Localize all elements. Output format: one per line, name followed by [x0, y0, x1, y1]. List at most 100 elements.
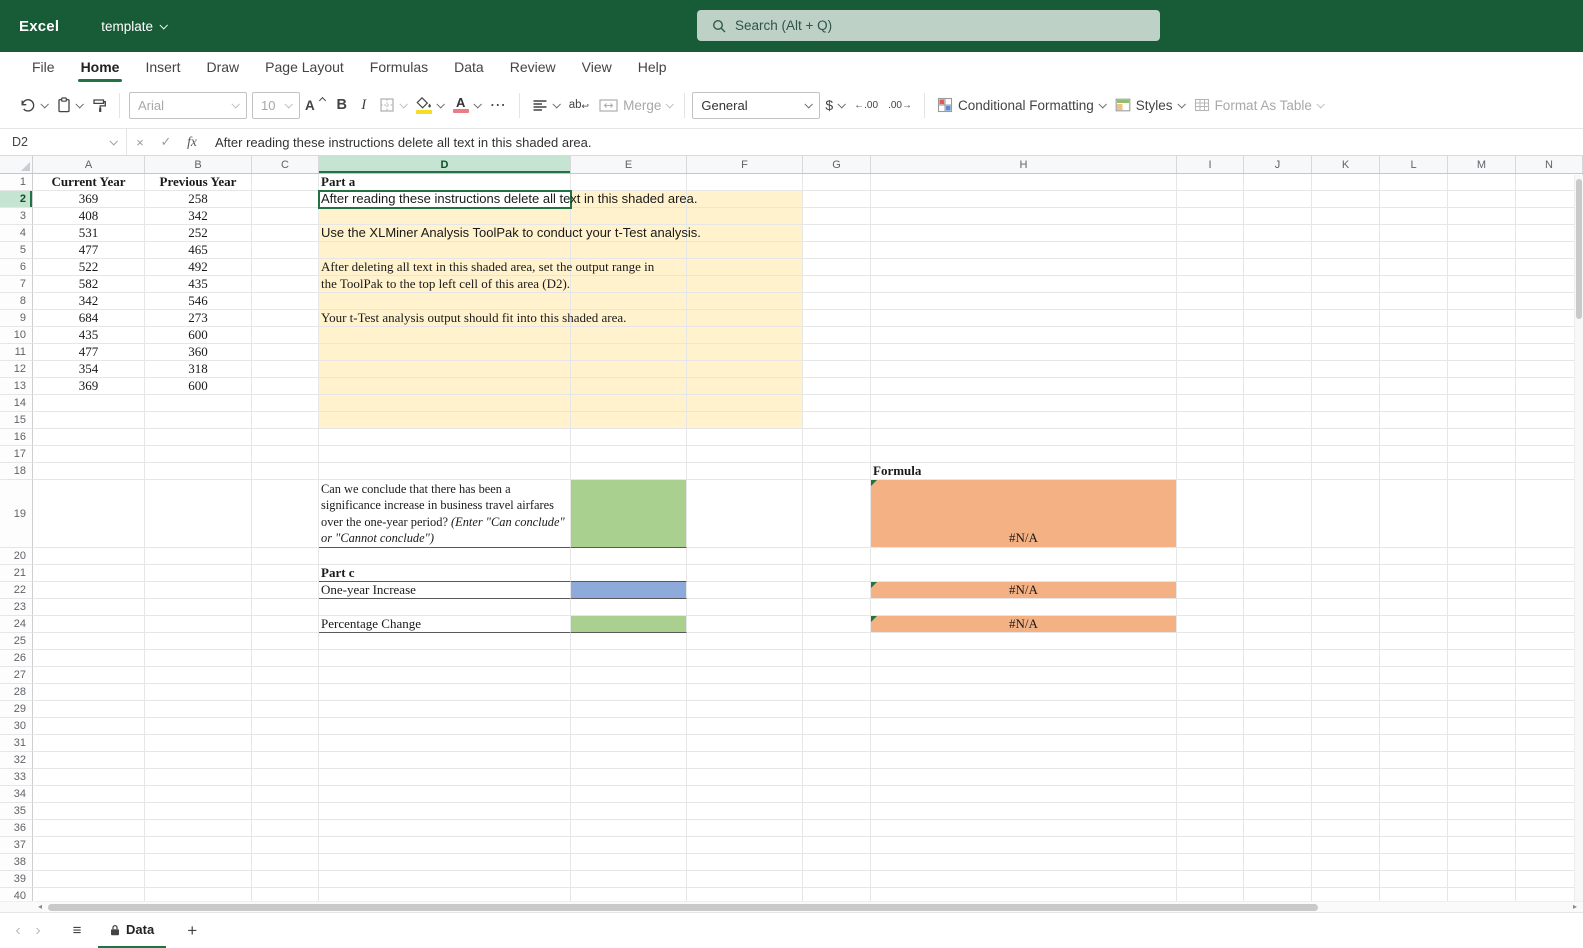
cell-K7[interactable] [1312, 276, 1380, 293]
cell-F10[interactable] [687, 327, 803, 344]
cell-A9[interactable]: 684 [33, 310, 145, 327]
cell-K24[interactable] [1312, 616, 1380, 633]
vertical-scrollbar[interactable] [1574, 175, 1583, 901]
cell-H24[interactable]: #N/A [871, 616, 1177, 633]
cell-J31[interactable] [1244, 735, 1312, 752]
cell-B37[interactable] [145, 837, 252, 854]
menu-tab-formulas[interactable]: Formulas [357, 52, 441, 82]
row-header-35[interactable]: 35 [0, 803, 33, 820]
cell-C35[interactable] [252, 803, 319, 820]
cell-J7[interactable] [1244, 276, 1312, 293]
cell-I9[interactable] [1177, 310, 1244, 327]
cell-I40[interactable] [1177, 888, 1244, 901]
cell-L10[interactable] [1380, 327, 1448, 344]
cell-N16[interactable] [1516, 429, 1583, 446]
cell-N35[interactable] [1516, 803, 1583, 820]
cell-N8[interactable] [1516, 293, 1583, 310]
cell-I14[interactable] [1177, 395, 1244, 412]
cell-I16[interactable] [1177, 429, 1244, 446]
cell-G6[interactable] [803, 259, 871, 276]
cell-B31[interactable] [145, 735, 252, 752]
cell-H17[interactable] [871, 446, 1177, 463]
cell-E21[interactable] [571, 565, 687, 582]
cell-B28[interactable] [145, 684, 252, 701]
row-header-18[interactable]: 18 [0, 463, 33, 480]
cell-I28[interactable] [1177, 684, 1244, 701]
cell-D17[interactable] [319, 446, 571, 463]
menu-tab-insert[interactable]: Insert [132, 52, 193, 82]
cell-H8[interactable] [871, 293, 1177, 310]
cell-B1[interactable]: Previous Year [145, 174, 252, 191]
increase-decimal-button[interactable]: .00→ [883, 90, 917, 120]
cell-C40[interactable] [252, 888, 319, 901]
cell-G29[interactable] [803, 701, 871, 718]
menu-tab-help[interactable]: Help [625, 52, 680, 82]
cell-L2[interactable] [1380, 191, 1448, 208]
cell-G8[interactable] [803, 293, 871, 310]
cell-A15[interactable] [33, 412, 145, 429]
cell-B22[interactable] [145, 582, 252, 599]
horizontal-scrollbar-thumb[interactable] [48, 904, 1318, 911]
cell-D33[interactable] [319, 769, 571, 786]
cell-F33[interactable] [687, 769, 803, 786]
cell-I17[interactable] [1177, 446, 1244, 463]
row-header-30[interactable]: 30 [0, 718, 33, 735]
format-as-table-button[interactable]: Format As Table [1189, 90, 1328, 120]
cell-K15[interactable] [1312, 412, 1380, 429]
cell-J30[interactable] [1244, 718, 1312, 735]
cell-E18[interactable] [571, 463, 687, 480]
name-box[interactable]: D2 [0, 129, 126, 155]
cell-G26[interactable] [803, 650, 871, 667]
cell-C17[interactable] [252, 446, 319, 463]
cell-A13[interactable]: 369 [33, 378, 145, 395]
cell-K29[interactable] [1312, 701, 1380, 718]
cell-G7[interactable] [803, 276, 871, 293]
row-header-17[interactable]: 17 [0, 446, 33, 463]
row-header-8[interactable]: 8 [0, 293, 33, 310]
add-sheet-button[interactable]: + [180, 921, 204, 941]
cell-F30[interactable] [687, 718, 803, 735]
cell-I29[interactable] [1177, 701, 1244, 718]
styles-button[interactable]: Styles [1110, 90, 1189, 120]
row-header-9[interactable]: 9 [0, 310, 33, 327]
cell-D16[interactable] [319, 429, 571, 446]
cell-G2[interactable] [803, 191, 871, 208]
cell-C15[interactable] [252, 412, 319, 429]
cell-F39[interactable] [687, 871, 803, 888]
cell-A14[interactable] [33, 395, 145, 412]
cell-N1[interactable] [1516, 174, 1583, 191]
cell-K26[interactable] [1312, 650, 1380, 667]
wrap-text-button[interactable]: ab↩ [564, 90, 594, 120]
cell-M9[interactable] [1448, 310, 1516, 327]
cell-C13[interactable] [252, 378, 319, 395]
cell-G1[interactable] [803, 174, 871, 191]
row-header-38[interactable]: 38 [0, 854, 33, 871]
cell-I35[interactable] [1177, 803, 1244, 820]
cell-I34[interactable] [1177, 786, 1244, 803]
cell-M22[interactable] [1448, 582, 1516, 599]
cell-J33[interactable] [1244, 769, 1312, 786]
cell-B3[interactable]: 342 [145, 208, 252, 225]
cell-H25[interactable] [871, 633, 1177, 650]
cell-D32[interactable] [319, 752, 571, 769]
cell-A8[interactable]: 342 [33, 293, 145, 310]
cell-M16[interactable] [1448, 429, 1516, 446]
row-header-1[interactable]: 1 [0, 174, 33, 191]
cell-A27[interactable] [33, 667, 145, 684]
cell-M40[interactable] [1448, 888, 1516, 901]
cell-L36[interactable] [1380, 820, 1448, 837]
cell-F16[interactable] [687, 429, 803, 446]
cell-K38[interactable] [1312, 854, 1380, 871]
row-header-21[interactable]: 21 [0, 565, 33, 582]
cell-B12[interactable]: 318 [145, 361, 252, 378]
cell-J4[interactable] [1244, 225, 1312, 242]
italic-button[interactable]: I [354, 90, 374, 120]
cell-K27[interactable] [1312, 667, 1380, 684]
cell-A36[interactable] [33, 820, 145, 837]
cell-A29[interactable] [33, 701, 145, 718]
cell-N37[interactable] [1516, 837, 1583, 854]
cell-M21[interactable] [1448, 565, 1516, 582]
cell-A7[interactable]: 582 [33, 276, 145, 293]
cell-K13[interactable] [1312, 378, 1380, 395]
cell-G22[interactable] [803, 582, 871, 599]
